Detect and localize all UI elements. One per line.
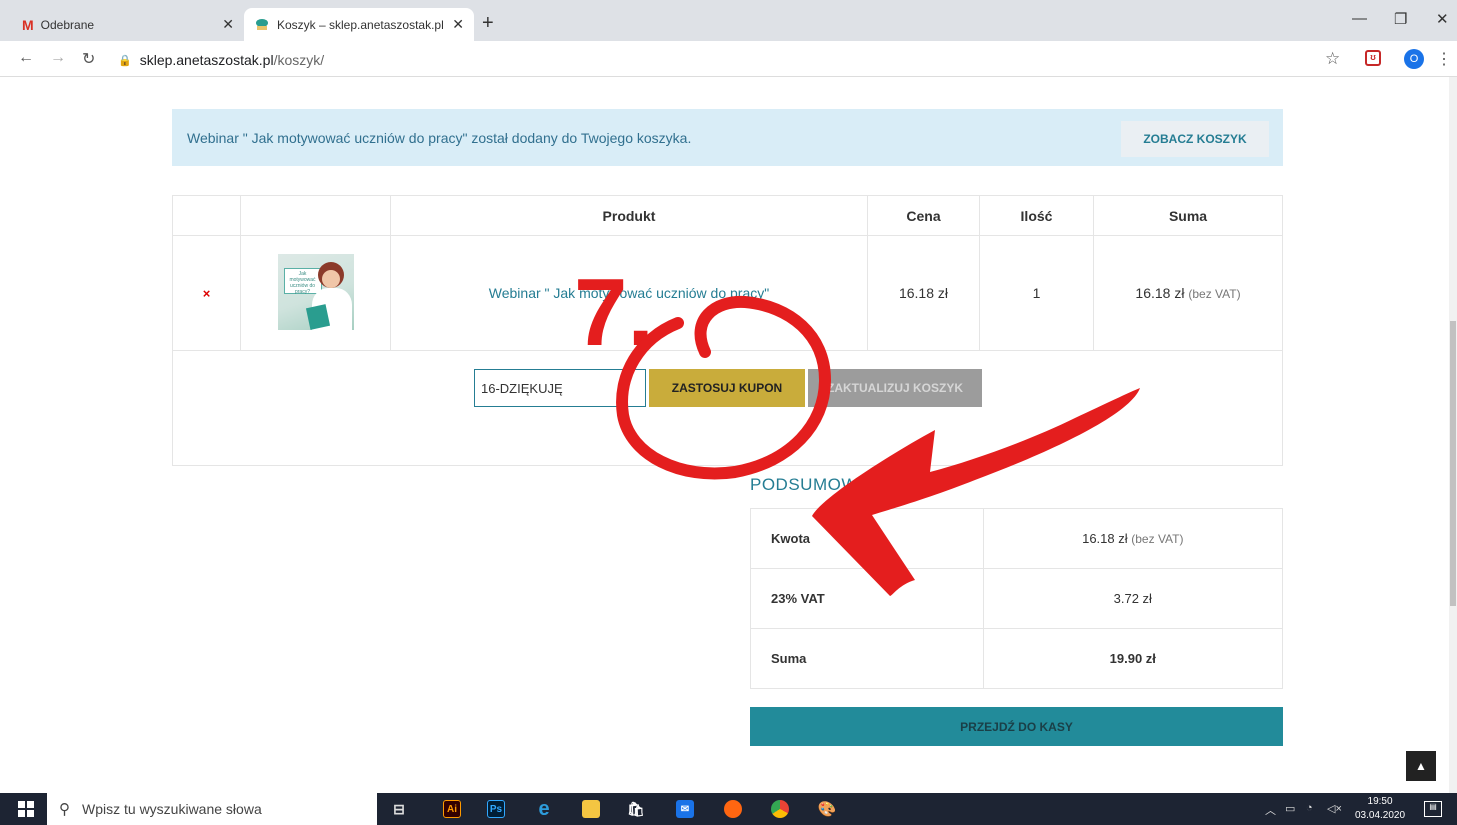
header-price: Cena: [867, 195, 980, 236]
minimize-icon[interactable]: —: [1352, 10, 1367, 27]
view-cart-button[interactable]: ZOBACZ KOSZYK: [1121, 121, 1269, 157]
totals-title: PODSUMOWANIE: [750, 475, 899, 494]
tab-bar: M Odebrane ✕ Koszyk – sklep.anetaszostak…: [0, 0, 1457, 41]
illustrator-icon[interactable]: Ai: [443, 800, 461, 818]
tray-chevron-icon[interactable]: ︿: [1265, 802, 1276, 818]
volume-icon[interactable]: ◁×: [1327, 802, 1342, 815]
url-field[interactable]: 🔒 sklep.anetaszostak.pl/koszyk/: [110, 48, 1310, 72]
tab-title: Odebrane: [40, 17, 95, 32]
wifi-icon[interactable]: ◔: [1306, 802, 1313, 814]
search-icon: ⚲: [59, 801, 70, 818]
table-row: Kwota 16.18 zł (bez VAT): [750, 508, 1284, 569]
site-icon: [256, 18, 268, 30]
header-total: Suma: [1093, 195, 1283, 236]
task-view-icon[interactable]: ⊟: [390, 800, 408, 818]
apply-coupon-button[interactable]: ZASTOSUJ KUPON: [649, 369, 805, 407]
firefox-icon[interactable]: [724, 800, 742, 818]
new-tab-icon[interactable]: +: [482, 12, 494, 35]
product-link[interactable]: Webinar " Jak motywować uczniów do pracy…: [489, 285, 769, 301]
lock-icon: 🔒: [118, 54, 132, 67]
edge-icon[interactable]: e: [535, 798, 553, 820]
taskbar: ⚲ Wpisz tu wyszukiwane słowa ⊟ Ai Ps e 🛍 …: [0, 793, 1457, 825]
chrome-icon[interactable]: [771, 800, 789, 818]
totals-label: Kwota: [750, 508, 984, 569]
totals-label: Suma: [750, 628, 984, 689]
checkout-button[interactable]: PRZEJDŹ DO KASY: [750, 707, 1283, 746]
close-icon[interactable]: ✕: [222, 16, 234, 33]
scrollbar-thumb[interactable]: [1450, 321, 1456, 606]
tab-title: Koszyk – sklep.anetaszostak.pl: [277, 17, 444, 32]
page-content: Webinar " Jak motywować uczniów do pracy…: [0, 77, 1449, 793]
battery-icon[interactable]: ▭: [1285, 802, 1295, 815]
paint-icon[interactable]: 🎨: [818, 800, 837, 818]
product-qty[interactable]: 1: [1033, 285, 1041, 301]
totals-value: 19.90 zł: [1109, 651, 1156, 666]
notice-message: Webinar " Jak motywować uczniów do pracy…: [187, 129, 692, 146]
clock-time: 19:50: [1367, 796, 1393, 807]
taskbar-search[interactable]: ⚲ Wpisz tu wyszukiwane słowa: [47, 793, 377, 825]
windows-start-icon[interactable]: [18, 801, 34, 817]
maximize-icon[interactable]: ❐: [1394, 10, 1407, 28]
product-total: 16.18 zł: [1135, 285, 1185, 301]
cart-notice: Webinar " Jak motywować uczniów do pracy…: [172, 109, 1283, 166]
coupon-input[interactable]: 16-DZIĘKUJĘ: [474, 369, 646, 407]
cart-actions-row: [172, 350, 1283, 466]
totals-table: Kwota 16.18 zł (bez VAT) 23% VAT 3.72 zł S…: [750, 508, 1284, 689]
update-cart-button[interactable]: ZAKTUALIZUJ KOSZYK: [808, 369, 982, 407]
mail-icon[interactable]: ✉: [676, 800, 694, 818]
search-placeholder: Wpisz tu wyszukiwane słowa: [82, 801, 262, 817]
clock[interactable]: 19:50 03.04.2020: [1355, 795, 1405, 823]
menu-icon[interactable]: ⋮: [1436, 49, 1452, 69]
gmail-icon: M: [22, 16, 34, 33]
table-row: 23% VAT 3.72 zł: [750, 568, 1284, 629]
thumbnail-card: Jak motywować uczniów do pracy?: [283, 267, 322, 295]
header-product: Produkt: [390, 195, 868, 236]
reload-icon[interactable]: ↻: [82, 49, 95, 69]
totals-value: 16.18 zł: [1082, 531, 1128, 546]
close-window-icon[interactable]: ✕: [1436, 10, 1449, 28]
photoshop-icon[interactable]: Ps: [487, 800, 505, 818]
product-thumbnail[interactable]: Jak motywować uczniów do pracy?: [277, 253, 354, 330]
header-qty: Ilość: [979, 195, 1094, 236]
store-icon[interactable]: 🛍: [627, 800, 645, 818]
totals-label: 23% VAT: [750, 568, 984, 629]
cart-table: Produkt Cena Ilość Suma × Jak motywować …: [172, 195, 1283, 466]
table-row: × Jak motywować uczniów do pracy? Webina…: [172, 235, 1283, 351]
bookmark-star-icon[interactable]: ☆: [1325, 49, 1340, 69]
file-explorer-icon[interactable]: [582, 800, 600, 818]
back-icon[interactable]: ←: [18, 49, 34, 67]
extension-icon[interactable]: ʊ: [1365, 50, 1381, 66]
clock-date: 03.04.2020: [1355, 810, 1406, 821]
url-path: /koszyk/: [273, 52, 325, 68]
scrollbar[interactable]: [1449, 77, 1457, 793]
totals-value: 3.72 zł: [1113, 591, 1152, 606]
forward-icon[interactable]: →: [50, 49, 66, 67]
profile-avatar[interactable]: O: [1404, 49, 1424, 69]
url-domain: sklep.anetaszostak.pl: [139, 52, 274, 68]
address-bar: ← → ↻ 🔒 sklep.anetaszostak.pl/koszyk/ ☆ …: [0, 41, 1457, 77]
tab-koszyk[interactable]: Koszyk – sklep.anetaszostak.pl ✕: [244, 8, 474, 41]
notifications-icon[interactable]: ▤: [1424, 801, 1442, 817]
product-price: 16.18 zł: [898, 285, 949, 301]
tab-gmail[interactable]: M Odebrane ✕: [12, 8, 244, 41]
vat-note: (bez VAT): [1131, 532, 1184, 546]
table-row: Suma 19.90 zł: [750, 628, 1284, 689]
close-icon[interactable]: ✕: [452, 16, 464, 33]
scroll-to-top-button[interactable]: ▲: [1406, 751, 1436, 781]
cart-header-row: Produkt Cena Ilość Suma: [172, 195, 1283, 236]
vat-note: (bez VAT): [1188, 287, 1241, 301]
remove-item-icon[interactable]: ×: [203, 286, 211, 301]
